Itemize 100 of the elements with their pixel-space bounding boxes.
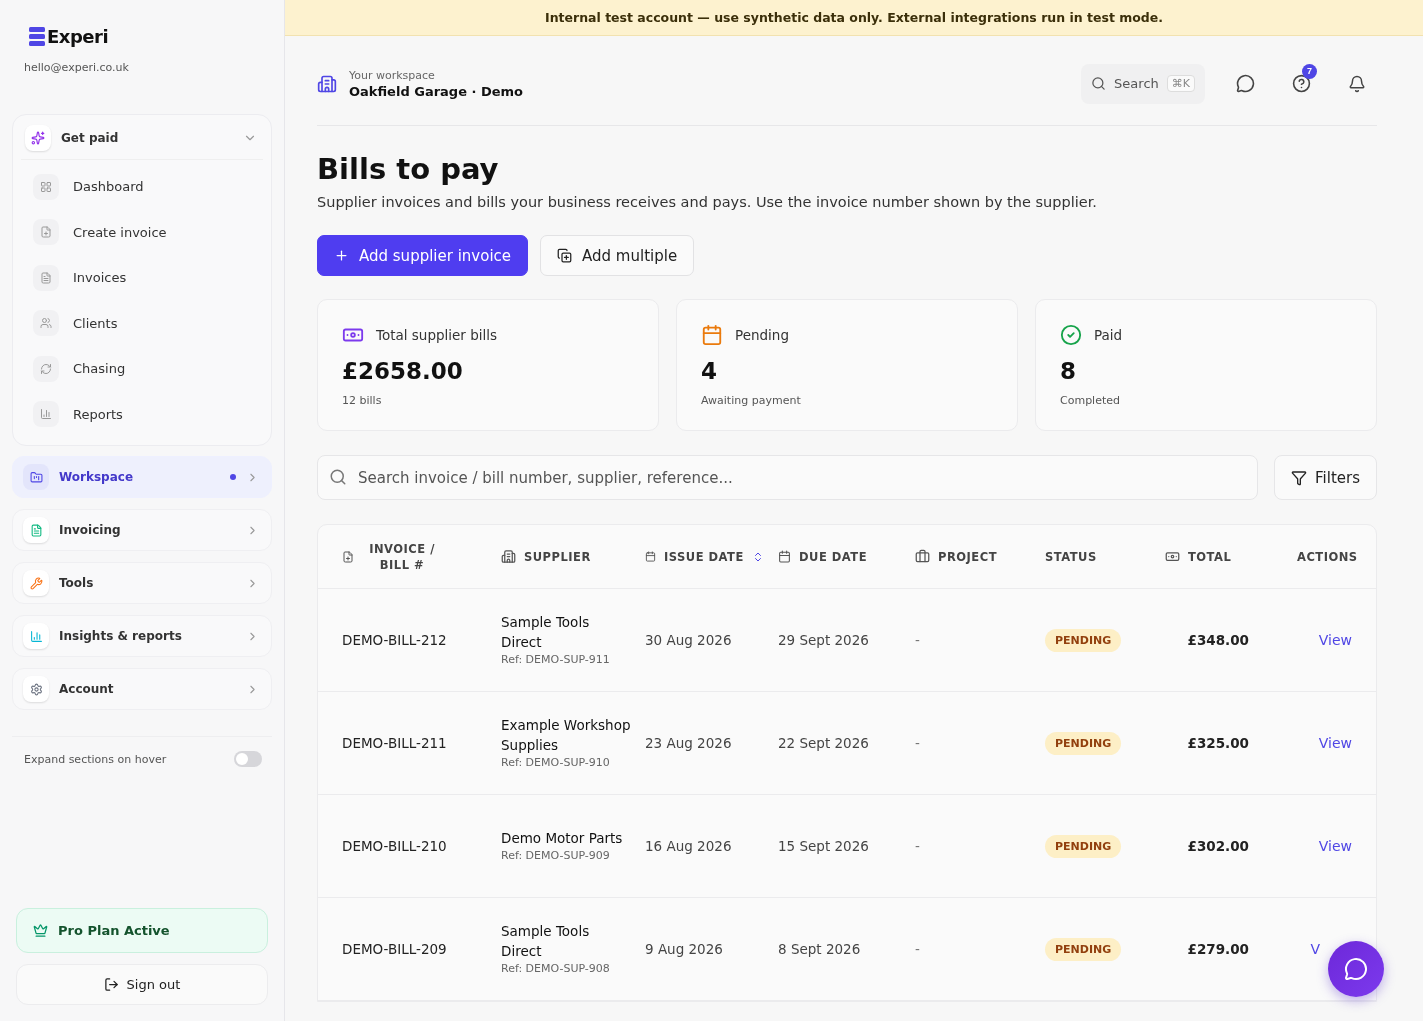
document-icon: [40, 271, 52, 284]
issue-date: 30 Aug 2026: [645, 632, 733, 648]
bill-number: DEMO-BILL-210: [342, 838, 448, 854]
sidebar-item[interactable]: Create invoice: [21, 209, 263, 255]
add-supplier-invoice-button[interactable]: Add supplier invoice: [317, 235, 529, 276]
status-badge: PENDING: [1045, 628, 1122, 652]
plus-icon: [334, 248, 349, 263]
chat-icon: [1344, 957, 1368, 981]
sparkles-icon: [31, 131, 45, 145]
funnel-icon: [1291, 469, 1308, 486]
sign-out-button[interactable]: Sign out: [16, 964, 268, 1005]
project-cell-text: -: [915, 735, 921, 751]
status-badge: PENDING: [1045, 834, 1122, 858]
bill-number: DEMO-BILL-209: [342, 941, 448, 957]
column-header[interactable]: ISSUE DATE: [664, 548, 744, 565]
check-circle-icon: [1060, 324, 1082, 346]
view-link[interactable]: V: [1310, 941, 1320, 957]
search-icon: [329, 468, 347, 486]
calendar-icon: [645, 551, 656, 562]
chat-icon: [1235, 74, 1255, 93]
sidebar-item[interactable]: Chasing: [21, 346, 263, 392]
issue-date: 9 Aug 2026: [645, 941, 724, 957]
folder-icon: [29, 470, 43, 484]
issue-date: 23 Aug 2026: [645, 735, 733, 751]
toggle-label: Expand sections on hover: [24, 752, 167, 766]
page-description: Supplier invoices and bills your business receives and pays. Use the invoice number shown by the supplier.: [317, 194, 1098, 210]
bar-chart-icon: [40, 408, 52, 421]
briefcase-icon: [915, 549, 930, 564]
add-multiple-button[interactable]: Add multiple: [540, 235, 695, 276]
filters-button[interactable]: Filters: [1274, 455, 1377, 500]
view-link[interactable]: View: [1318, 735, 1352, 751]
shortcut-key: ⌘K: [1166, 75, 1195, 92]
file-plus-icon: [40, 226, 52, 239]
supplier-reference: Ref: DEMO-SUP-911: [501, 652, 611, 668]
notification-badge: 7: [1302, 63, 1317, 79]
stat-note: Awaiting payment: [701, 394, 802, 407]
building-icon: [317, 73, 337, 94]
file-plus-icon: [342, 550, 354, 563]
people-icon: [40, 317, 52, 330]
stat-label: Total supplier bills: [376, 327, 498, 343]
hover-toggle[interactable]: [234, 751, 262, 767]
plan-badge: Pro Plan Active: [16, 908, 268, 953]
stat-note: Completed: [1060, 394, 1121, 407]
page-title: Bills to pay: [317, 152, 500, 186]
help-icon: [1291, 74, 1311, 93]
column-header: ACTIONS: [1297, 548, 1358, 565]
supplier-name: Sample Tools Direct: [501, 613, 591, 652]
stat-label: Pending: [735, 327, 789, 343]
sidebar-section[interactable]: Invoicing: [12, 509, 272, 551]
due-date: 29 Sept 2026: [778, 632, 870, 648]
logo-icon: [29, 27, 45, 46]
due-date: 8 Sept 2026: [778, 941, 862, 957]
help-button[interactable]: 7: [1281, 63, 1321, 104]
refresh-icon: [40, 362, 52, 375]
workspace-name: Oakfield Garage · Demo: [349, 83, 525, 99]
status-badge: PENDING: [1045, 731, 1122, 755]
column-header: DUE DATE: [799, 548, 867, 565]
project-cell-text: -: [915, 838, 921, 854]
column-header: PROJECT: [938, 548, 997, 565]
stat-note: 12 bills: [342, 394, 383, 407]
due-date: 15 Sept 2026: [778, 838, 870, 854]
sidebar-section[interactable]: Tools: [12, 562, 272, 604]
sidebar-item[interactable]: Invoices: [21, 255, 263, 301]
brand-name: Experi: [47, 26, 109, 47]
total-amount: £302.00: [1186, 838, 1250, 854]
banknote-icon: [1165, 549, 1180, 564]
bill-number: DEMO-BILL-212: [342, 632, 448, 648]
supplier-name: Example Workshop Supplies: [501, 716, 631, 755]
sidebar-item[interactable]: Dashboard: [21, 164, 263, 210]
sidebar-item[interactable]: Reports: [21, 391, 263, 437]
view-link[interactable]: View: [1318, 838, 1352, 854]
sidebar-item[interactable]: Clients: [21, 300, 263, 346]
calendar-icon: [778, 550, 791, 563]
search-icon: [1091, 76, 1107, 91]
status-badge: PENDING: [1045, 937, 1122, 961]
supplier-name: Demo Motor Parts: [501, 829, 624, 848]
view-link[interactable]: View: [1318, 632, 1352, 648]
sidebar-section[interactable]: Account: [12, 668, 272, 710]
copy-plus-icon: [557, 248, 573, 263]
log-out-icon: [103, 977, 119, 992]
column-header: INVOICE / BILL #: [368, 540, 436, 573]
supplier-reference: Ref: DEMO-SUP-910: [501, 755, 611, 771]
bill-number: DEMO-BILL-211: [342, 735, 448, 751]
wrench-icon: [29, 576, 43, 590]
sidebar-section[interactable]: Insights & reports: [12, 615, 272, 657]
due-date: 22 Sept 2026: [778, 735, 870, 751]
column-header: STATUS: [1045, 548, 1097, 565]
grid-icon: [40, 180, 52, 193]
supplier-name: Sample Tools Direct: [501, 922, 591, 961]
account-email: hello@experi.co.uk: [24, 61, 130, 74]
group-header[interactable]: Get paid: [21, 121, 263, 160]
total-amount: £279.00: [1186, 941, 1250, 957]
issue-date: 16 Aug 2026: [645, 838, 733, 854]
total-amount: £348.00: [1186, 632, 1250, 648]
sidebar-section[interactable]: Workspace: [12, 456, 272, 498]
search-field[interactable]: Search invoice / bill number, supplier, reference...: [317, 455, 1259, 500]
bell-icon: [1348, 74, 1366, 93]
stat-value: 8: [1060, 358, 1077, 384]
test-mode-banner: Internal test account — use synthetic data only. External integrations run in test mode.: [285, 0, 1423, 36]
search-button[interactable]: Search ⌘K: [1081, 63, 1205, 104]
